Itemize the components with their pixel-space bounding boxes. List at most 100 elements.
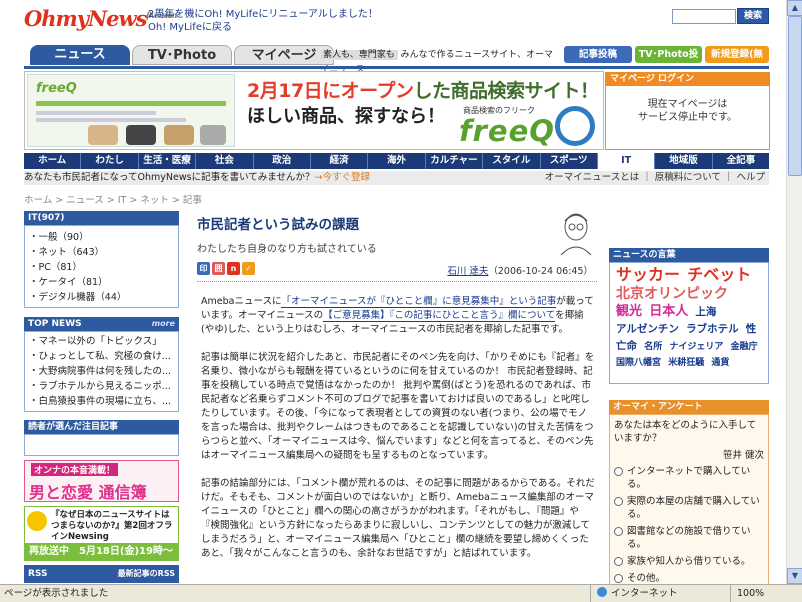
- article-tool-icon[interactable]: ✓: [242, 262, 255, 275]
- news-word-link[interactable]: チベット: [687, 265, 751, 284]
- category-item[interactable]: ・PC（81）: [29, 260, 174, 275]
- nav-item[interactable]: わたし: [81, 153, 139, 169]
- left-sidebar: IT(907) ・一般（90） ・ネット（643） ・PC（81） ・ケータイ（81）…: [24, 211, 179, 583]
- more-link[interactable]: more: [152, 317, 175, 331]
- survey-body: あなたは本をどのように入手していますか？ 笹井 健次 インターネットで購入してい…: [609, 414, 769, 601]
- divider: [197, 281, 597, 282]
- news-word-link[interactable]: 金融庁: [731, 342, 758, 352]
- nav-item[interactable]: 政治: [254, 153, 311, 169]
- topnews-item[interactable]: ・ラブホテルから見えるニッポ...: [29, 379, 174, 394]
- nav-item[interactable]: ホーム: [24, 153, 82, 169]
- register-now-link[interactable]: →今すぐ登録: [315, 172, 370, 183]
- category-item[interactable]: ・デジタル機器（44）: [29, 290, 174, 305]
- scroll-down-arrow-icon[interactable]: ▼: [787, 568, 802, 584]
- news-word-link[interactable]: アルゼンチン: [616, 323, 679, 335]
- article-link[interactable]: 「オーマイニュースが『ひとこと欄』に意見募集中』という記事: [281, 296, 557, 308]
- article-link[interactable]: 【ご意見募集】『この記事にひとこと言う』欄について: [323, 310, 556, 322]
- news-word-link[interactable]: 性: [746, 323, 757, 335]
- news-word-link[interactable]: ラブホテル: [686, 323, 739, 335]
- survey-header: オーマイ・アンケート: [609, 400, 769, 414]
- nav-item[interactable]: 経済: [311, 153, 369, 169]
- radio-button[interactable]: [614, 527, 623, 536]
- globe-icon: [597, 587, 607, 597]
- news-word-link[interactable]: 通貨: [711, 358, 729, 368]
- search-button[interactable]: 検索: [737, 8, 769, 24]
- author-link[interactable]: 石川 達夫: [447, 266, 488, 277]
- nav-item[interactable]: スタイル: [483, 153, 541, 169]
- survey-question: あなたは本をどのように入手していますか？: [614, 420, 757, 444]
- article-tool-icon[interactable]: 囲: [212, 262, 225, 275]
- nav-item[interactable]: カルチャー: [426, 153, 484, 169]
- news-word-link[interactable]: サッカー: [616, 265, 680, 284]
- tab-news[interactable]: ニュース: [30, 45, 130, 65]
- post-tv-photo-button[interactable]: TV･Photo投稿: [635, 46, 702, 77]
- nav-item[interactable]: スポーツ: [541, 153, 598, 169]
- survey-option[interactable]: 家族や知人から借りている。: [614, 555, 764, 568]
- radio-button[interactable]: [614, 557, 623, 566]
- help-links[interactable]: オーマイニュースとは ｜ 原稿料について ｜ ヘルプ: [545, 171, 765, 185]
- sub-nav: あなたも市民記者になってOhmyNewsに記事を書いてみませんか？→今すぐ登録 …: [24, 171, 769, 185]
- nav-item[interactable]: 全記事: [713, 153, 769, 169]
- nav-item[interactable]: 社会: [196, 153, 254, 169]
- category-item[interactable]: ・一般（90）: [29, 230, 174, 245]
- nav-item[interactable]: 生活・医療: [139, 153, 197, 169]
- zoom-level[interactable]: 100%: [730, 585, 764, 602]
- nav-item[interactable]: 海外: [368, 153, 426, 169]
- tab-mypage[interactable]: マイページ: [234, 45, 334, 65]
- category-nav: ホーム わたし 生活・医療 社会 政治 経済 海外 カルチャー スタイル スポーツ IT 地域版 全記事: [24, 153, 769, 169]
- news-word-link[interactable]: 北京オリンピック: [616, 286, 728, 302]
- site-header: OhmyNewsβversion 2周年を機にOh! MyLifeにリニューアル…: [0, 0, 786, 44]
- paragraph: Amebaニュースに「オーマイニュースが『ひとこと欄』に意見募集中』という記事が…: [201, 296, 594, 335]
- topnews-item[interactable]: ・大野病院事件は何を残したの...: [29, 364, 174, 379]
- survey-options: インターネットで購入している。 実際の本屋の店舗で購入している。 図書館などの施設で…: [614, 465, 764, 602]
- notice-back-link[interactable]: Oh! MyLifeに戻る: [148, 21, 378, 34]
- tagline-highlight: 素人も、専門家も: [320, 50, 398, 60]
- newsing-offline-ad[interactable]: 『なぜ日本のニュースサイトはつまらないのか?』第2回オフラインNewsing 再…: [24, 506, 179, 561]
- register-button[interactable]: 新規登録(無料): [705, 46, 769, 77]
- renewal-notice: 2周年を機にOh! MyLifeにリニューアルしました！ Oh! MyLifeに…: [148, 8, 378, 34]
- article-date: （2006-10-24 06:45）: [488, 266, 593, 277]
- radio-button[interactable]: [614, 574, 623, 583]
- rss-latest-link[interactable]: 最新記事のRSS: [118, 565, 175, 583]
- breadcrumb[interactable]: ホーム > ニュース > IT > ネット > 記事: [24, 192, 202, 206]
- nav-item[interactable]: IT: [597, 153, 656, 169]
- search-input[interactable]: [672, 9, 736, 24]
- post-article-button[interactable]: 記事投稿: [564, 46, 632, 63]
- radio-button[interactable]: [614, 467, 623, 476]
- rss-bar[interactable]: RSS 最新記事のRSS: [24, 565, 179, 583]
- article-body: Amebaニュースに「オーマイニュースが『ひとこと欄』に意見募集中』という記事が…: [201, 295, 595, 575]
- love-report-ad[interactable]: オンナの本音満載！ 男と恋愛 通信簿: [24, 460, 179, 502]
- news-word-link[interactable]: 日本人: [649, 304, 688, 319]
- news-word-link[interactable]: 上海: [695, 306, 716, 318]
- survey-option[interactable]: 実際の本屋の店舗で購入している。: [614, 495, 764, 521]
- news-word-link[interactable]: 亡命: [616, 340, 637, 352]
- byline: 石川 達夫（2006-10-24 06:45）: [447, 263, 593, 277]
- radio-button[interactable]: [614, 497, 623, 506]
- news-word-link[interactable]: 米耕狂騒: [668, 358, 704, 368]
- survey-option[interactable]: 図書館などの施設で借りている。: [614, 525, 764, 551]
- topnews-item[interactable]: ・ひょっとして私、究極の食け...: [29, 349, 174, 364]
- category-item[interactable]: ・ケータイ（81）: [29, 275, 174, 290]
- survey-option[interactable]: インターネットで購入している。: [614, 465, 764, 491]
- vertical-scrollbar[interactable]: ▲ ▼: [786, 0, 802, 584]
- news-words-header: ニュースの言葉: [609, 248, 769, 262]
- preview-row: [36, 111, 156, 115]
- topnews-item[interactable]: ・白鳥猿投事件の現場に立ち、...: [29, 394, 174, 409]
- scroll-thumb[interactable]: [788, 16, 802, 176]
- product-image: [88, 125, 118, 145]
- news-word-link[interactable]: ナイジェリア: [669, 342, 723, 352]
- news-word-link[interactable]: 名所: [644, 342, 662, 352]
- topnews-item[interactable]: ・マネー以外の「トピックス」: [29, 334, 174, 349]
- article-tool-icon[interactable]: n: [227, 262, 240, 275]
- reader-picks-body: [24, 434, 179, 456]
- category-item[interactable]: ・ネット（643）: [29, 245, 174, 260]
- register-prompt: あなたも市民記者になってOhmyNewsに記事を書いてみませんか？→今すぐ登録: [24, 172, 370, 183]
- news-word-link[interactable]: 国際八幡宮: [616, 358, 661, 368]
- article-tool-icon[interactable]: 印: [197, 262, 210, 275]
- news-word-link[interactable]: 観光: [616, 304, 642, 319]
- freeq-banner-ad[interactable]: freeQ 2月17日にオープンした商品検索サイト！ ほしい商品、探すなら！ 商…: [24, 71, 604, 150]
- tab-tv-photo[interactable]: TV･Photo: [132, 45, 232, 65]
- main-tabs: ニュース TV･Photo マイページ 素人も、専門家も みんなで作るニュースサ…: [24, 45, 769, 77]
- nav-item[interactable]: 地域版: [655, 153, 713, 169]
- scroll-up-arrow-icon[interactable]: ▲: [787, 0, 802, 16]
